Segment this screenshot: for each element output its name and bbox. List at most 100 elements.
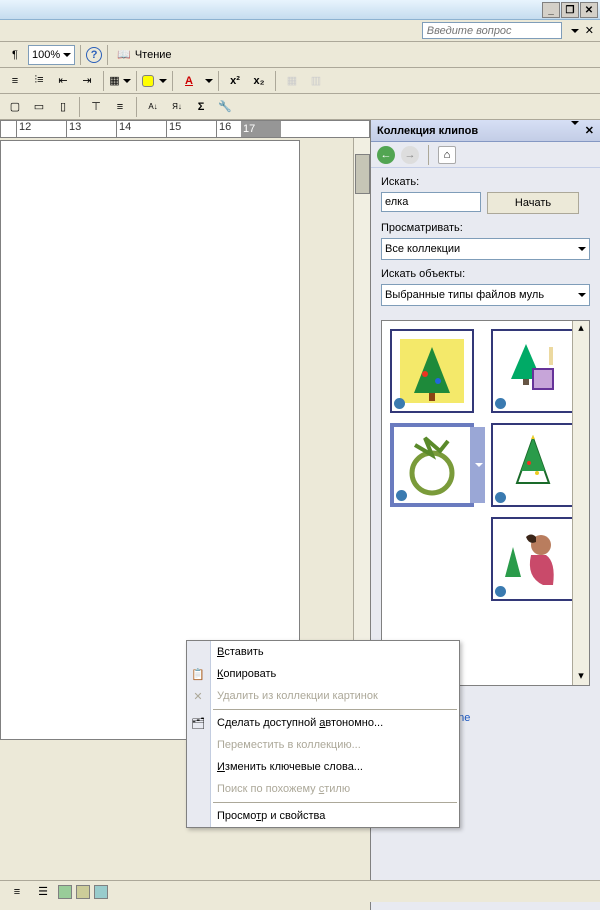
ruler-margin: 17 <box>241 121 281 137</box>
insert-table-button[interactable]: ▥ <box>305 70 327 92</box>
woman-tree-icon <box>501 527 565 591</box>
objects-select[interactable]: Выбранные типы файлов муль <box>381 284 590 306</box>
reading-mode-button[interactable]: 📖 Чтение <box>113 44 175 66</box>
numbered-list-button[interactable]: ≡ <box>4 70 26 92</box>
statusbar: ≡ ☰ <box>0 880 600 902</box>
extra-toolbar: ▢ ▭ ▯ ⊤ ≡ А↓ Я↓ Σ 🔧 <box>0 94 600 120</box>
search-button[interactable]: Начать <box>487 192 579 214</box>
offline-icon: 🗂 <box>190 715 206 731</box>
clip-context-menu: Вставить 📋 Копировать ✕ Удалить из колле… <box>186 640 460 828</box>
results-area: ▴ ▾ <box>381 320 590 686</box>
restore-button[interactable]: ❐ <box>561 2 579 18</box>
view-normal-button[interactable]: ≡ <box>6 881 28 903</box>
tree-decorated-icon <box>501 433 565 497</box>
clip-item[interactable] <box>491 517 575 601</box>
view-print-button[interactable] <box>94 885 108 899</box>
menu-keywords[interactable]: Изменить ключевые слова... <box>187 756 459 778</box>
globe-icon <box>495 398 506 409</box>
objects-label: Искать объекты: <box>381 268 590 280</box>
tree-yellow-icon <box>400 339 464 403</box>
chevron-down-icon <box>63 53 71 57</box>
merge-cells-button[interactable]: ▭ <box>28 96 50 118</box>
minimize-button[interactable]: _ <box>542 2 560 18</box>
copy-icon: 📋 <box>190 666 206 682</box>
menu-offline[interactable]: 🗂 Сделать доступной автономно... <box>187 712 459 734</box>
titlebar: _ ❐ ✕ <box>0 0 600 20</box>
increase-indent-button[interactable]: ⇥ <box>76 70 98 92</box>
browse-label: Просматривать: <box>381 222 590 234</box>
paragraph-marks-button[interactable]: ¶ <box>4 44 26 66</box>
ornament-icon <box>400 433 464 497</box>
book-icon: 📖 <box>117 48 131 61</box>
help-question-input[interactable] <box>422 22 562 39</box>
align-top-button[interactable]: ⊤ <box>85 96 107 118</box>
horizontal-ruler[interactable]: 12 13 14 15 16 17 <box>0 120 370 138</box>
browse-select[interactable]: Все коллекции <box>381 238 590 260</box>
zoom-combo[interactable]: 100% <box>28 45 75 65</box>
chevron-down-icon <box>578 293 586 297</box>
superscript-button[interactable]: x² <box>224 70 246 92</box>
view-outline-button[interactable]: ☰ <box>32 881 54 903</box>
help-button[interactable]: ? <box>86 47 102 63</box>
distribute-rows-button[interactable]: ≡ <box>109 96 131 118</box>
help-dropdown-icon[interactable] <box>571 29 579 33</box>
autosum-button[interactable]: Σ <box>190 96 212 118</box>
nav-home-button[interactable]: ⌂ <box>438 146 456 164</box>
menubar: ✕ <box>0 20 600 42</box>
nav-back-button[interactable]: ← <box>377 146 395 164</box>
clip-item[interactable] <box>390 329 474 413</box>
menu-move: Переместить в коллекцию... <box>187 734 459 756</box>
view-web-button[interactable] <box>76 885 90 899</box>
globe-icon <box>495 492 506 503</box>
split-cells-button[interactable]: ▯ <box>52 96 74 118</box>
formula-button[interactable]: 🔧 <box>214 96 236 118</box>
bullet-list-button[interactable]: ⫶≡ <box>28 70 50 92</box>
clip-item-selected[interactable] <box>390 423 474 507</box>
search-input[interactable] <box>381 192 481 212</box>
menu-insert[interactable]: Вставить <box>187 641 459 663</box>
menu-properties[interactable]: Просмотр и свойства <box>187 805 459 827</box>
borders-button[interactable]: ▦ <box>109 70 131 92</box>
browse-value: Все коллекции <box>385 243 460 255</box>
ruler-tick: 12 <box>16 121 31 137</box>
menu-delete: ✕ Удалить из коллекции картинок <box>187 685 459 707</box>
scroll-thumb[interactable] <box>355 154 370 194</box>
subscript-button[interactable]: x₂ <box>248 70 270 92</box>
chevron-down-icon[interactable] <box>205 79 213 83</box>
view-draft-button[interactable] <box>58 885 72 899</box>
pane-title: Коллекция клипов <box>377 125 478 137</box>
search-label: Искать: <box>381 176 590 188</box>
results-scrollbar[interactable]: ▴ ▾ <box>572 321 589 685</box>
clip-item[interactable] <box>491 423 575 507</box>
objects-value: Выбранные типы файлов муль <box>385 289 544 301</box>
tree-gifts-icon <box>501 339 565 403</box>
chevron-down-icon[interactable] <box>159 79 167 83</box>
font-color-button[interactable]: A <box>178 70 200 92</box>
decrease-indent-button[interactable]: ⇤ <box>52 70 74 92</box>
ruler-tick: 13 <box>66 121 81 137</box>
globe-icon <box>495 586 506 597</box>
close-help-icon[interactable]: ✕ <box>585 24 594 37</box>
standard-toolbar: ¶ 100% ? 📖 Чтение <box>0 42 600 68</box>
pane-close-icon[interactable]: ✕ <box>585 125 594 137</box>
ruler-tick: 14 <box>116 121 131 137</box>
clip-dropdown-button[interactable] <box>470 427 485 503</box>
formatting-toolbar: ≡ ⫶≡ ⇤ ⇥ ▦ A x² x₂ ▦ ▥ <box>0 68 600 94</box>
globe-icon <box>396 490 407 501</box>
menu-similar: Поиск по похожему стилю <box>187 778 459 800</box>
clip-item[interactable] <box>491 329 575 413</box>
sort-asc-button[interactable]: А↓ <box>142 96 164 118</box>
highlight-button[interactable] <box>142 75 154 87</box>
chevron-down-icon <box>578 247 586 251</box>
close-button[interactable]: ✕ <box>580 2 598 18</box>
nav-forward-button[interactable]: → <box>401 146 419 164</box>
table-button[interactable]: ▦ <box>281 70 303 92</box>
menu-copy[interactable]: 📋 Копировать <box>187 663 459 685</box>
sort-desc-button[interactable]: Я↓ <box>166 96 188 118</box>
globe-icon <box>394 398 405 409</box>
select-cell-button[interactable]: ▢ <box>4 96 26 118</box>
pane-menu-icon[interactable] <box>571 121 579 137</box>
ruler-tick: 15 <box>166 121 181 137</box>
zoom-value: 100% <box>32 49 60 61</box>
reading-label: Чтение <box>135 49 172 61</box>
